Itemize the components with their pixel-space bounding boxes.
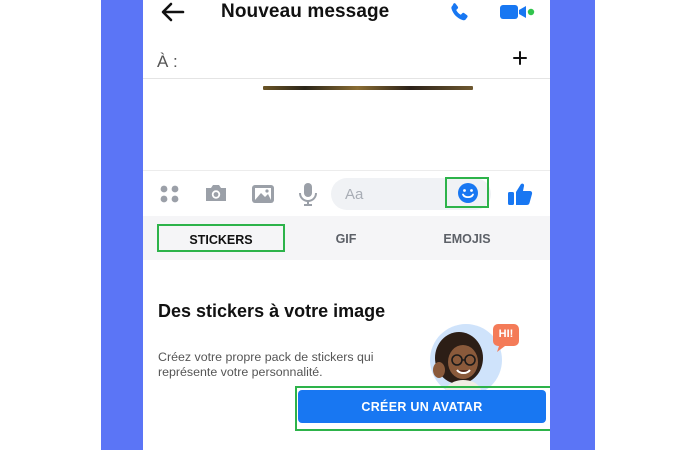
recipient-label: À : [157,52,178,71]
right-side-panel [550,0,595,450]
video-camera-icon[interactable] [499,2,535,22]
apps-icon[interactable] [159,184,181,209]
sticker-tabs: STICKERS GIF EMOJIS [143,216,550,260]
divider [143,78,550,79]
divider [143,170,550,171]
microphone-icon[interactable] [297,181,319,212]
page-title: Nouveau message [221,1,390,22]
camera-icon[interactable] [203,182,229,209]
image-icon[interactable] [250,183,276,210]
promo-title: Des stickers à votre image [158,301,386,321]
tab-stickers[interactable]: STICKERS [157,224,285,252]
emoji-button[interactable] [445,177,489,208]
emoji-icon [458,183,478,203]
tab-emojis[interactable]: EMOJIS [427,216,507,260]
messenger-screen: Nouveau message À : STICKERS GIF EMOJIS … [143,0,550,450]
promo-description: Créez votre propre pack de stickers qui … [158,350,374,379]
plus-icon[interactable] [512,50,528,66]
photo-thumbnail-edge [263,86,473,90]
phone-icon[interactable] [447,1,471,25]
like-icon[interactable] [506,181,534,207]
avatar-illustration: HI! [423,320,529,396]
tab-gif[interactable]: GIF [316,216,376,260]
create-avatar-button[interactable]: CRÉER UN AVATAR [298,390,546,423]
back-arrow-icon[interactable] [159,0,187,24]
left-side-panel [101,0,143,450]
avatar-speech-bubble: HI! [498,328,514,340]
